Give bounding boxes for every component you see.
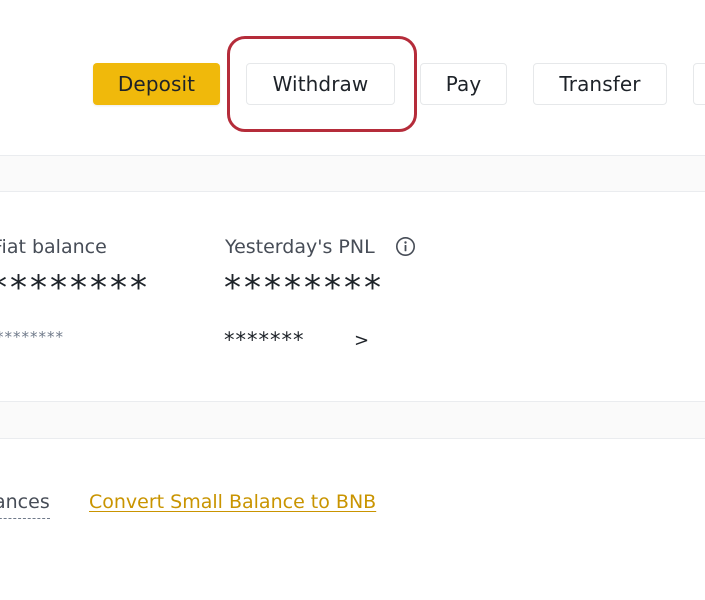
small-balances-section: ances Convert Small Balance to BNB	[0, 439, 705, 600]
withdraw-button[interactable]: Withdraw	[246, 63, 395, 105]
chevron-right-icon[interactable]: >	[354, 330, 369, 351]
section-divider	[0, 155, 705, 192]
wallet-action-bar: Deposit Withdraw Pay Transfer	[0, 0, 705, 155]
balance-summary: Fiat balance ******** ******** Yesterday…	[0, 192, 705, 401]
yesterday-pnl-label: Yesterday's PNL	[225, 236, 375, 258]
fiat-balance-subvalue: ********	[0, 328, 64, 346]
yesterday-pnl-subvalue: *******	[224, 328, 305, 352]
section-divider	[0, 401, 705, 439]
fiat-balance-value: ********	[0, 268, 150, 308]
more-actions-button[interactable]	[693, 63, 705, 105]
pay-button[interactable]: Pay	[420, 63, 507, 105]
fiat-balance-label: Fiat balance	[0, 236, 107, 258]
info-icon[interactable]	[395, 236, 416, 257]
transfer-button[interactable]: Transfer	[533, 63, 667, 105]
yesterday-pnl-value: ********	[224, 268, 384, 308]
wallet-overview: Deposit Withdraw Pay Transfer Fiat balan…	[0, 0, 705, 600]
info-icon-graphic	[396, 237, 415, 256]
convert-small-balance-link[interactable]: Convert Small Balance to BNB	[89, 491, 376, 513]
small-balances-label[interactable]: ances	[0, 491, 50, 519]
deposit-button[interactable]: Deposit	[93, 63, 220, 105]
